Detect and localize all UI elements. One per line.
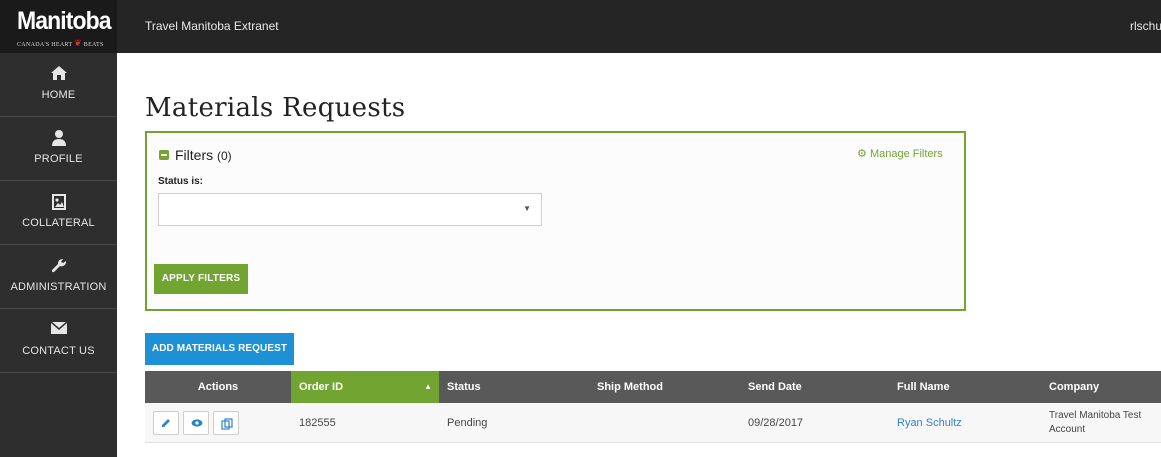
sidebar-item-label: COLLATERAL xyxy=(22,217,95,229)
sidebar-item-label: ADMINISTRATION xyxy=(10,281,107,293)
manitoba-logo[interactable]: Manitoba CANADA'S HEART ❦ BEATS xyxy=(0,0,117,53)
copy-button[interactable] xyxy=(213,411,239,435)
full-name-link[interactable]: Ryan Schultz xyxy=(897,403,962,443)
sidebar-item-profile[interactable]: PROFILE xyxy=(0,117,117,181)
sidebar-item-contact-us[interactable]: CONTACT US xyxy=(0,309,117,373)
sidebar-item-label: CONTACT US xyxy=(22,345,95,357)
order-id-cell: 182555 xyxy=(299,417,336,429)
table-header: Actions Order ID ▲ Status Ship Method Se… xyxy=(145,371,1161,403)
column-header-label: Order ID xyxy=(299,381,344,393)
eye-icon xyxy=(191,419,203,427)
sidebar-item-administration[interactable]: ADMINISTRATION xyxy=(0,245,117,309)
filters-toggle[interactable]: Filters (0) xyxy=(159,147,232,163)
filters-panel: Filters (0) ⚙ Manage Filters Status is: … xyxy=(145,131,966,311)
view-button[interactable] xyxy=(183,411,209,435)
image-icon xyxy=(0,194,117,212)
column-header-full-name[interactable]: Full Name xyxy=(897,371,1037,403)
user-icon xyxy=(0,130,117,148)
column-header-actions: Actions xyxy=(197,381,239,393)
add-materials-request-button[interactable]: ADD MATERIALS REQUEST xyxy=(145,333,294,365)
logo-tagline: CANADA'S HEART ❦ BEATS xyxy=(17,38,104,48)
page-title: Materials Requests xyxy=(145,93,406,123)
table-row: 182555 Pending 09/28/2017 Ryan Schultz T… xyxy=(145,403,1161,443)
apply-filters-button[interactable]: APPLY FILTERS xyxy=(154,264,248,294)
envelope-icon xyxy=(0,322,117,340)
pencil-icon xyxy=(162,419,170,427)
send-date-cell: 09/28/2017 xyxy=(748,417,804,429)
filters-count: (0) xyxy=(217,149,232,163)
copy-icon xyxy=(221,418,233,430)
sidebar-item-label: PROFILE xyxy=(34,153,83,165)
column-header-status[interactable]: Status xyxy=(447,371,587,403)
collapse-icon xyxy=(159,150,169,160)
status-filter-label: Status is: xyxy=(158,176,204,187)
sidebar-item-collateral[interactable]: COLLATERAL xyxy=(0,181,117,245)
sidebar-item-home[interactable]: HOME xyxy=(0,53,117,117)
edit-button[interactable] xyxy=(153,411,179,435)
column-header-company[interactable]: Company xyxy=(1049,371,1159,403)
status-select[interactable]: ▼ xyxy=(158,193,542,226)
gear-icon: ⚙ xyxy=(857,148,867,160)
sort-ascending-icon: ▲ xyxy=(424,382,432,391)
filters-title: Filters xyxy=(175,147,214,163)
user-menu[interactable]: rlschu xyxy=(1130,19,1161,33)
chevron-down-icon: ▼ xyxy=(523,204,531,213)
sidebar: HOME PROFILE COLLATERAL ADMINISTRATION C… xyxy=(0,53,117,457)
wrench-icon xyxy=(0,258,117,276)
column-header-ship-method[interactable]: Ship Method xyxy=(597,371,737,403)
logo-brand-text: Manitoba xyxy=(17,7,111,35)
app-title: Travel Manitoba Extranet xyxy=(145,19,279,33)
top-bar: Manitoba CANADA'S HEART ❦ BEATS Travel M… xyxy=(0,0,1161,53)
home-icon xyxy=(0,66,117,84)
company-cell: Travel Manitoba Test Account xyxy=(1049,410,1142,435)
manage-filters-link[interactable]: ⚙ Manage Filters xyxy=(857,147,943,160)
sidebar-item-label: HOME xyxy=(41,89,76,101)
column-header-send-date[interactable]: Send Date xyxy=(748,371,888,403)
manage-filters-label: Manage Filters xyxy=(869,148,943,160)
status-cell: Pending xyxy=(447,417,488,429)
column-header-order-id[interactable]: Order ID ▲ xyxy=(291,371,439,403)
